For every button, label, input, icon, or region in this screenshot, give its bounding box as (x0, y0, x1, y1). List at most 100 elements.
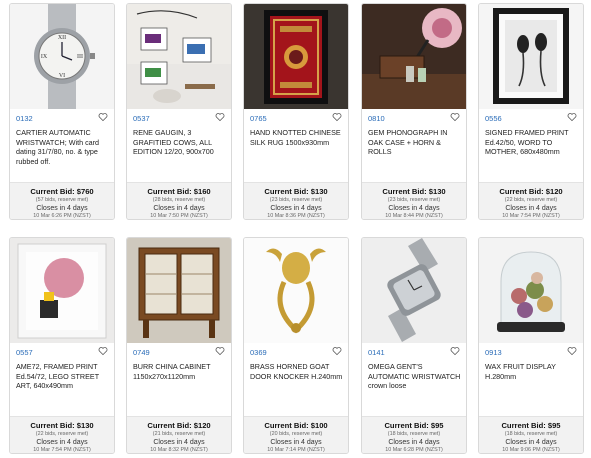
framed-print-photo[interactable] (479, 4, 583, 109)
closing-date: 10 Mar 6:26 PM (NZST) (33, 213, 91, 219)
closing-time: Closes in 4 days (505, 439, 557, 446)
closing-date: 10 Mar 6:28 PM (NZST) (385, 447, 443, 453)
lot-number[interactable]: 0369 (250, 348, 267, 357)
omega-watch-photo[interactable] (362, 238, 466, 343)
current-bid: Current Bid: $95 (384, 421, 444, 430)
lot-title[interactable]: HAND KNOTTED CHINESE SILK RUG 1500x930mm (250, 128, 344, 147)
lot-card[interactable]: 0556 SIGNED FRAMED PRINT Ed.42/50, WORD … (478, 3, 584, 220)
svg-text:VI: VI (59, 73, 65, 79)
lot-number[interactable]: 0810 (368, 114, 385, 123)
bid-count: (23 bids, reserve met) (269, 197, 323, 203)
heart-outline-icon[interactable] (215, 112, 225, 122)
lot-card[interactable]: 0537 RENE GAUGIN, 3 GRAFITIED COWS, ALL … (126, 3, 232, 220)
closing-time: Closes in 4 days (388, 439, 440, 446)
closing-date: 10 Mar 9:06 PM (NZST) (502, 447, 560, 453)
heart-outline-icon[interactable] (98, 112, 108, 122)
current-bid: Current Bid: $130 (382, 187, 446, 196)
current-bid: Current Bid: $160 (147, 187, 211, 196)
heart-outline-icon[interactable] (332, 346, 342, 356)
lot-number[interactable]: 0141 (368, 348, 385, 357)
closing-date: 10 Mar 7:54 PM (NZST) (502, 213, 560, 219)
lot-card[interactable]: 0141 OMEGA GENT'S AUTOMATIC WRISTWATCH c… (361, 237, 467, 454)
closing-time: Closes in 4 days (153, 439, 205, 446)
closing-time: Closes in 4 days (270, 205, 322, 212)
lot-card[interactable]: XII III VI IX 0132 CARTIER AUTOMATIC WRISTW… (9, 3, 115, 220)
closing-time: Closes in 4 days (36, 205, 88, 212)
bid-count: (28 bids, reserve met) (152, 197, 206, 203)
lot-title[interactable]: BRASS HORNED GOAT DOOR KNOCKER H.240mm (250, 362, 344, 381)
heart-outline-icon[interactable] (98, 346, 108, 356)
bid-panel: Current Bid: $95 (18 bids, reserve met) … (362, 416, 466, 453)
current-bid: Current Bid: $95 (501, 421, 561, 430)
lot-title[interactable]: OMEGA GENT'S AUTOMATIC WRISTWATCH crown … (368, 362, 462, 391)
lego-print-photo[interactable] (10, 238, 114, 343)
bid-panel: Current Bid: $130 (22 bids, reserve met)… (10, 416, 114, 453)
rug-photo[interactable] (244, 4, 348, 109)
bid-count: (22 bids, reserve met) (504, 197, 558, 203)
current-bid: Current Bid: $130 (264, 187, 328, 196)
lot-number[interactable]: 0765 (250, 114, 267, 123)
bid-panel: Current Bid: $160 (28 bids, reserve met)… (127, 182, 231, 219)
lot-title[interactable]: WAX FRUIT DISPLAY H.280mm (485, 362, 579, 381)
lot-number[interactable]: 0132 (16, 114, 33, 123)
heart-outline-icon[interactable] (567, 346, 577, 356)
lot-number[interactable]: 0913 (485, 348, 502, 357)
lot-card[interactable]: 0810 GEM PHONOGRAPH IN OAK CASE + HORN &… (361, 3, 467, 220)
current-bid: Current Bid: $100 (264, 421, 328, 430)
lot-title[interactable]: RENE GAUGIN, 3 GRAFITIED COWS, ALL EDITI… (133, 128, 227, 157)
heart-outline-icon[interactable] (215, 346, 225, 356)
lot-title[interactable]: CARTIER AUTOMATIC WRISTWATCH; With card … (16, 128, 110, 166)
closing-time: Closes in 4 days (388, 205, 440, 212)
lot-number[interactable]: 0749 (133, 348, 150, 357)
closing-time: Closes in 4 days (36, 439, 88, 446)
lot-title[interactable]: GEM PHONOGRAPH IN OAK CASE + HORN & ROLL… (368, 128, 462, 157)
lot-title[interactable]: SIGNED FRAMED PRINT Ed.42/50, WORD TO MO… (485, 128, 579, 157)
closing-time: Closes in 4 days (270, 439, 322, 446)
svg-text:III: III (77, 54, 83, 60)
current-bid: Current Bid: $120 (147, 421, 211, 430)
lot-card[interactable]: 0749 BURR CHINA CABINET 1150x270x1120mm … (126, 237, 232, 454)
lot-card[interactable]: 0369 BRASS HORNED GOAT DOOR KNOCKER H.24… (243, 237, 349, 454)
bid-count: (20 bids, reserve met) (269, 431, 323, 437)
wax-fruit-photo[interactable] (479, 238, 583, 343)
bid-count: (21 bids, reserve met) (152, 431, 206, 437)
closing-date: 10 Mar 8:32 PM (NZST) (150, 447, 208, 453)
bid-count: (23 bids, reserve met) (387, 197, 441, 203)
closing-date: 10 Mar 7:54 PM (NZST) (33, 447, 91, 453)
closing-date: 10 Mar 8:44 PM (NZST) (385, 213, 443, 219)
lot-grid: XII III VI IX 0132 CARTIER AUTOMATIC WRISTW… (0, 0, 591, 458)
lot-card[interactable]: 0913 WAX FRUIT DISPLAY H.280mm Current B… (478, 237, 584, 454)
heart-outline-icon[interactable] (450, 346, 460, 356)
bid-panel: Current Bid: $760 (57 bids, reserve met)… (10, 182, 114, 219)
svg-text:XII: XII (58, 35, 66, 41)
heart-outline-icon[interactable] (450, 112, 460, 122)
closing-time: Closes in 4 days (505, 205, 557, 212)
current-bid: Current Bid: $760 (30, 187, 94, 196)
current-bid: Current Bid: $130 (30, 421, 94, 430)
lot-number[interactable]: 0537 (133, 114, 150, 123)
bid-count: (18 bids, reserve met) (387, 431, 441, 437)
lot-card[interactable]: 0765 HAND KNOTTED CHINESE SILK RUG 1500x… (243, 3, 349, 220)
closing-date: 10 Mar 8:36 PM (NZST) (267, 213, 325, 219)
bid-count: (22 bids, reserve met) (35, 431, 89, 437)
bid-panel: Current Bid: $130 (23 bids, reserve met)… (362, 182, 466, 219)
lot-title[interactable]: BURR CHINA CABINET 1150x270x1120mm (133, 362, 227, 381)
cow-prints-photo[interactable] (127, 4, 231, 109)
svg-text:IX: IX (41, 54, 48, 60)
cabinet-photo[interactable] (127, 238, 231, 343)
closing-date: 10 Mar 7:14 PM (NZST) (267, 447, 325, 453)
bid-panel: Current Bid: $130 (23 bids, reserve met)… (244, 182, 348, 219)
closing-date: 10 Mar 7:50 PM (NZST) (150, 213, 208, 219)
door-knocker-photo[interactable] (244, 238, 348, 343)
heart-outline-icon[interactable] (567, 112, 577, 122)
lot-card[interactable]: 0557 AME72, FRAMED PRINT Ed.54/72, LEGO … (9, 237, 115, 454)
lot-title[interactable]: AME72, FRAMED PRINT Ed.54/72, LEGO STREE… (16, 362, 110, 391)
watch-photo[interactable]: XII III VI IX (10, 4, 114, 109)
heart-outline-icon[interactable] (332, 112, 342, 122)
bid-count: (57 bids, reserve met) (35, 197, 89, 203)
lot-number[interactable]: 0556 (485, 114, 502, 123)
phonograph-photo[interactable] (362, 4, 466, 109)
closing-time: Closes in 4 days (153, 205, 205, 212)
lot-number[interactable]: 0557 (16, 348, 33, 357)
bid-panel: Current Bid: $100 (20 bids, reserve met)… (244, 416, 348, 453)
